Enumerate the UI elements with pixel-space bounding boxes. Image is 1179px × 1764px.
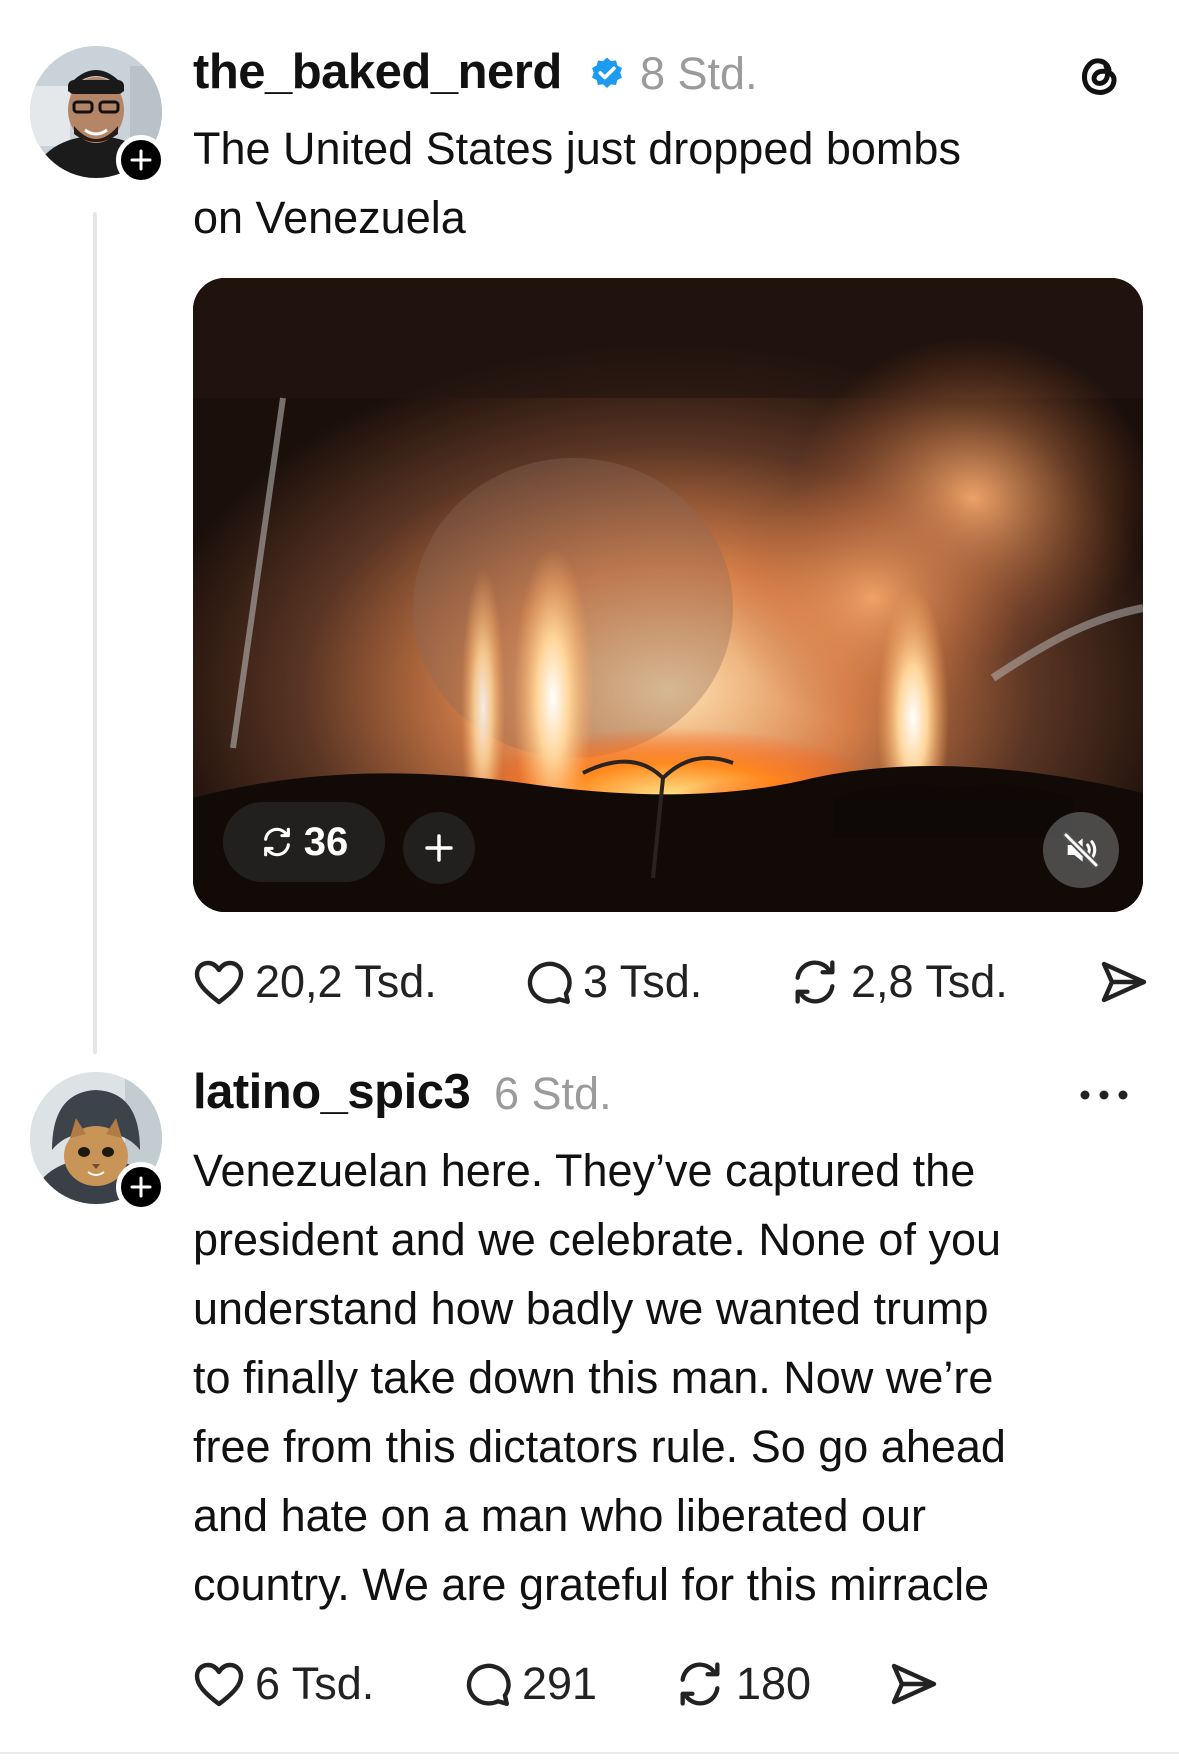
reply-button[interactable]: 3 Tsd. xyxy=(523,956,702,1008)
reply-text-line-5: free from this dictators rule. So go ahe… xyxy=(193,1421,1006,1472)
post-text-line-1: The United States just dropped bombs xyxy=(193,123,961,174)
reply-share-button[interactable] xyxy=(888,1660,940,1708)
media-add-button[interactable] xyxy=(403,812,475,884)
reply-repost-count: 180 xyxy=(736,1658,812,1709)
thread-connector-line xyxy=(93,212,97,1054)
reply-like-count: 6 Tsd. xyxy=(255,1658,375,1709)
threads-icon[interactable] xyxy=(1073,48,1125,100)
send-icon xyxy=(1101,961,1147,1003)
reply-username[interactable]: latino_spic3 xyxy=(193,1064,471,1120)
heart-icon xyxy=(194,1662,244,1707)
like-button[interactable]: 20,2 Tsd. xyxy=(193,956,437,1008)
send-icon xyxy=(891,1663,937,1705)
reply-comment-count: 291 xyxy=(522,1658,598,1709)
reply-repost-button[interactable]: 180 xyxy=(674,1658,811,1710)
follow-plus-icon[interactable] xyxy=(116,1162,166,1212)
repost-icon xyxy=(263,827,290,857)
follow-plus-icon[interactable] xyxy=(116,135,166,185)
share-button[interactable] xyxy=(1098,958,1150,1006)
reply-time: 6 Std. xyxy=(494,1068,612,1119)
repost-button[interactable]: 2,8 Tsd. xyxy=(789,956,1008,1008)
mute-toggle-button[interactable] xyxy=(1043,812,1119,888)
repost-count: 2,8 Tsd. xyxy=(851,956,1008,1007)
feed-divider xyxy=(0,1752,1179,1754)
comment-icon xyxy=(527,961,572,1004)
comment-icon xyxy=(466,1663,511,1706)
reply-like-button[interactable]: 6 Tsd. xyxy=(193,1658,374,1710)
reply-text-line-7: country. We are grateful for this mirrac… xyxy=(193,1559,990,1610)
repost-icon xyxy=(680,1662,720,1706)
reply-comment-button[interactable]: 291 xyxy=(462,1658,597,1710)
plus-icon xyxy=(425,834,453,862)
heart-icon xyxy=(194,960,244,1005)
more-options-icon[interactable] xyxy=(1078,1088,1130,1102)
speaker-muted-icon xyxy=(1062,831,1100,869)
media-repost-count: 36 xyxy=(303,819,349,864)
reply-count: 3 Tsd. xyxy=(583,956,703,1007)
post-time: 8 Std. xyxy=(640,48,758,99)
post-video[interactable]: 36 xyxy=(193,278,1143,912)
repost-icon xyxy=(795,960,835,1004)
verified-badge-icon xyxy=(589,56,625,92)
reply-text-line-4: to finally take down this man. Now we’re xyxy=(193,1352,994,1403)
like-count: 20,2 Tsd. xyxy=(255,956,437,1007)
reply-text-line-6: and hate on a man who liberated our xyxy=(193,1490,927,1541)
reply-text-line-2: president and we celebrate. None of you xyxy=(193,1214,1002,1265)
post-text-line-2: on Venezuela xyxy=(193,192,466,243)
reply-text-line-3: understand how badly we wanted trump xyxy=(193,1283,989,1334)
reply-text-line-1: Venezuelan here. They’ve captured the xyxy=(193,1145,976,1196)
media-repost-pill[interactable]: 36 xyxy=(223,802,385,882)
post-username[interactable]: the_baked_nerd xyxy=(193,44,562,100)
